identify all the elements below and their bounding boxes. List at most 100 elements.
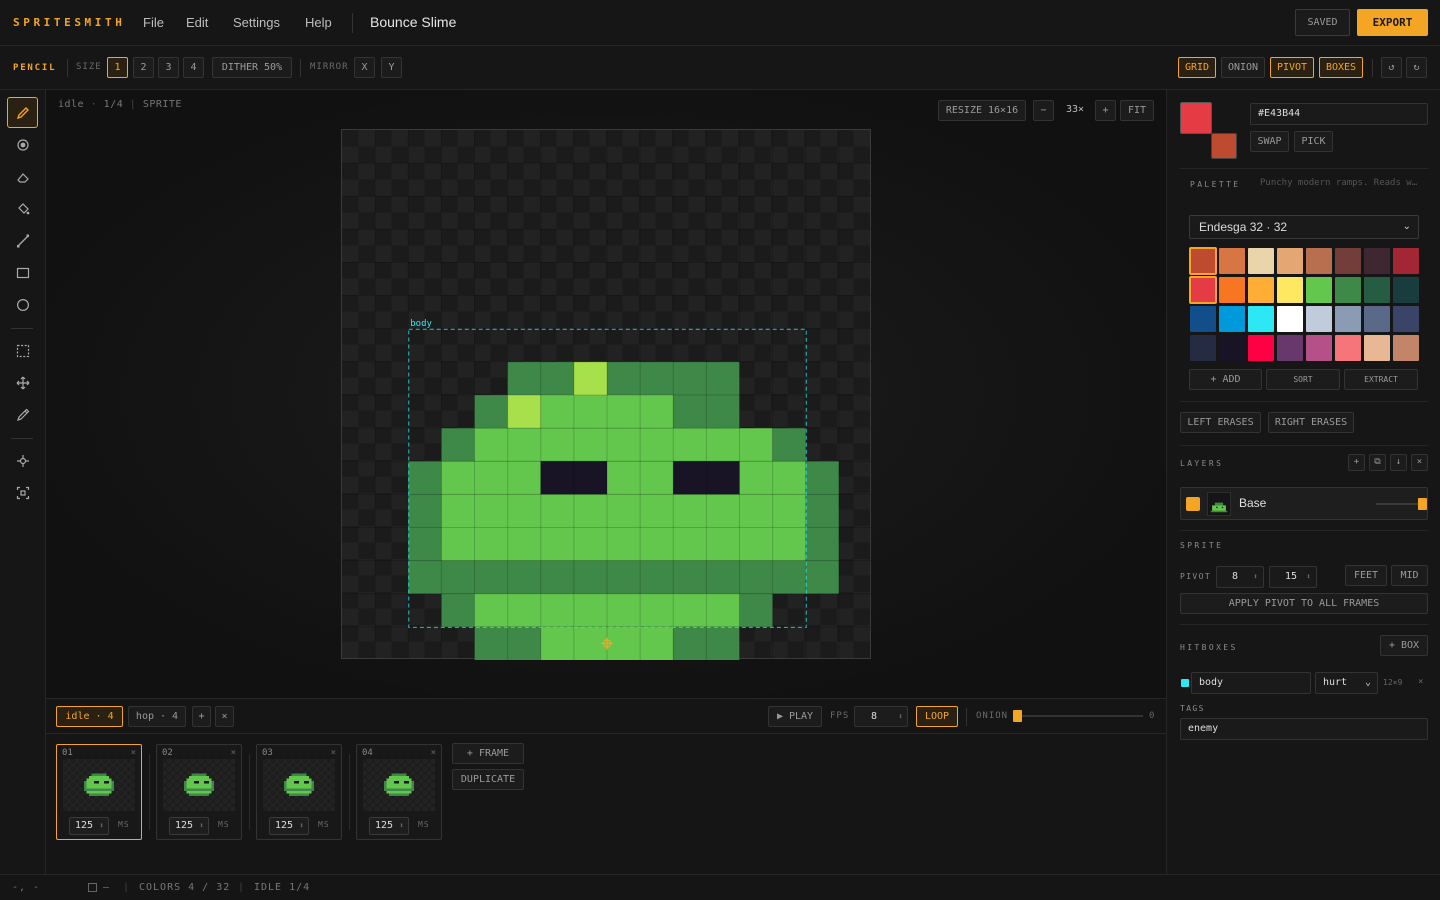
pivot-icon[interactable] [7,445,38,476]
frame-thumbnail[interactable] [263,759,335,811]
menu-help[interactable]: Help [305,15,332,30]
fill-icon[interactable] [7,193,38,224]
frame-duration-input[interactable]: 125 ⬍ [69,817,109,835]
frame-card[interactable]: 03 × 125 ⬍ MS [256,744,342,840]
palette-swatch[interactable] [1335,306,1361,332]
stepper-icon[interactable]: ⬍ [898,707,903,726]
line-icon[interactable] [7,225,38,256]
eraser-icon[interactable] [7,161,38,192]
palette-swatch[interactable] [1306,277,1332,303]
pixel-grid[interactable]: body [342,130,872,660]
chevron-down-icon[interactable]: ⌄ [1403,216,1411,238]
dither-button[interactable]: DITHER 50% [212,57,292,78]
size-3-button[interactable]: 3 [158,57,179,78]
palette-swatch[interactable] [1306,248,1332,274]
palette-swatch[interactable] [1248,277,1274,303]
pixel[interactable] [408,494,442,528]
zoom-out-button[interactable]: − [1033,100,1054,121]
pixel[interactable] [441,428,475,462]
right-erases-toggle[interactable]: RIGHT ERASES [1268,412,1354,433]
sprite-canvas[interactable]: body [341,129,872,660]
pixel[interactable] [474,428,773,462]
palette-swatch[interactable] [1393,306,1419,332]
zoom-in-button[interactable]: + [1095,100,1116,121]
add-layer-icon[interactable]: + [1348,454,1365,471]
duplicate-layer-icon[interactable]: ⧉ [1369,454,1386,471]
undo-icon[interactable]: ↺ [1381,57,1402,78]
layer-opacity-handle[interactable] [1418,498,1427,510]
onion-slider[interactable] [1013,710,1143,722]
tags-input[interactable]: enemy [1180,718,1428,740]
stepper-icon[interactable]: ⬍ [1253,567,1258,587]
export-button[interactable]: EXPORT [1357,9,1428,36]
frame-card[interactable]: 01 × 125 ⬍ MS [56,744,142,840]
pixel[interactable] [441,461,541,495]
pivot-toggle[interactable]: PIVOT [1270,57,1314,78]
palette-swatch[interactable] [1335,335,1361,361]
palette-swatch[interactable] [1219,306,1245,332]
palette-swatch[interactable] [1393,248,1419,274]
secondary-color-swatch[interactable] [1211,133,1237,159]
pencil-icon[interactable] [7,97,38,128]
pixel[interactable] [441,593,475,627]
palette-swatch[interactable] [1219,277,1245,303]
pixel[interactable] [408,560,839,594]
pixel[interactable] [772,428,806,462]
palette-swatch[interactable] [1335,248,1361,274]
delete-frame-icon[interactable]: × [231,748,236,758]
sort-palette-button[interactable]: SORT [1266,369,1340,390]
layer-opacity-slider[interactable] [1376,498,1427,510]
merge-down-icon[interactable]: ↓ [1390,454,1407,471]
pixel[interactable] [805,527,839,561]
project-title[interactable]: Bounce Slime [370,14,456,30]
frame-duration-input[interactable]: 125 ⬍ [369,817,409,835]
primary-color-swatch[interactable] [1180,102,1212,134]
palette-swatch[interactable] [1277,277,1303,303]
palette-swatch[interactable] [1335,277,1361,303]
pixel[interactable] [474,395,508,429]
play-button[interactable]: ▶ PLAY [768,706,822,727]
palette-swatch[interactable] [1277,335,1303,361]
fit-button[interactable]: FIT [1120,100,1154,121]
frame-card[interactable]: 04 × 125 ⬍ MS [356,744,442,840]
add-frame-button[interactable]: + FRAME [452,743,524,764]
palette-swatch[interactable] [1189,247,1217,275]
stepper-icon[interactable]: ⬍ [399,818,404,834]
pivot-mid-button[interactable]: MID [1391,565,1428,586]
frame-duration-input[interactable]: 125 ⬍ [169,817,209,835]
pixel[interactable] [507,395,541,429]
delete-frame-icon[interactable]: × [431,748,436,758]
hex-input[interactable]: #E43B44 [1250,103,1428,125]
palette-swatch[interactable] [1364,248,1390,274]
hitbox-type-select[interactable]: hurt ⌄ [1315,672,1378,694]
palette-select[interactable]: Endesga 32 · 32 ⌄ [1189,215,1419,239]
anim-tab-idle[interactable]: idle · 4 [56,706,123,727]
palette-swatch[interactable] [1364,335,1390,361]
swap-colors-button[interactable]: SWAP [1250,131,1289,152]
size-4-button[interactable]: 4 [183,57,204,78]
fps-input[interactable]: 8 ⬍ [854,706,908,727]
menu-edit[interactable]: Edit [186,15,208,30]
palette-swatch[interactable] [1277,306,1303,332]
palette-swatch[interactable] [1190,306,1216,332]
frame-duration-input[interactable]: 125 ⬍ [269,817,309,835]
grid-toggle[interactable]: GRID [1178,57,1216,78]
pixel[interactable] [805,494,839,528]
frame-thumbnail[interactable] [363,759,435,811]
brush-icon[interactable] [7,129,38,160]
anim-tab-hop[interactable]: hop · 4 [128,706,186,727]
move-icon[interactable] [7,367,38,398]
chevron-down-icon[interactable]: ⌄ [1365,673,1371,693]
rectangle-icon[interactable] [7,257,38,288]
pixel[interactable] [805,461,839,495]
stepper-icon[interactable]: ⬍ [1306,567,1311,587]
palette-swatch[interactable] [1189,276,1217,304]
mirror-y-button[interactable]: Y [381,57,402,78]
hitbox-name-input[interactable]: body [1191,672,1311,694]
ellipse-icon[interactable] [7,289,38,320]
menu-file[interactable]: File [143,15,164,30]
palette-swatch[interactable] [1393,277,1419,303]
delete-layer-icon[interactable]: × [1411,454,1428,471]
left-erases-toggle[interactable]: LEFT ERASES [1180,412,1261,433]
stepper-icon[interactable]: ⬍ [99,818,104,834]
